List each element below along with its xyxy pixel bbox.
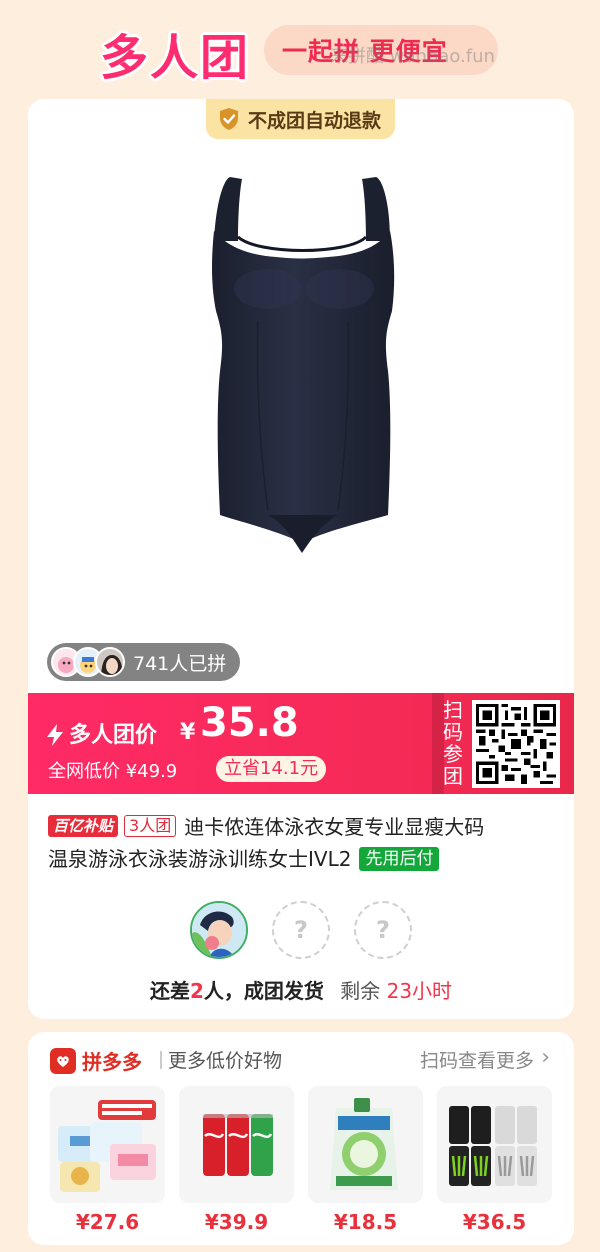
avatar: [95, 647, 125, 677]
swimsuit-product-image[interactable]: [198, 171, 408, 561]
scan-char: 参: [443, 742, 463, 766]
detergent-bag-icon: [308, 1086, 423, 1203]
pinduoduo-brand: 拼多多: [82, 1050, 142, 1074]
soda-cans-icon: [179, 1086, 294, 1203]
tissue-pack-icon: [50, 1086, 165, 1203]
scan-to-join-label: 扫 码 参 团: [440, 699, 466, 787]
deal-price: ¥36.5: [462, 1210, 527, 1234]
group-status: 还差2人，成团发货 剩余 23小时: [28, 975, 574, 1004]
header: 多人团 一起拼 更便宜 来拼酷 wanbao.fun: [0, 0, 600, 98]
product-title[interactable]: 百亿补贴 3人团 迪卡侬连体泳衣女夏专业显瘦大码 温泉游泳衣泳装游泳训练女士IVL2…: [48, 811, 568, 875]
deal-price: ¥18.5: [333, 1210, 398, 1234]
net-low-price: 全网低价 ¥49.9: [48, 761, 178, 782]
product-title-line: 百亿补贴 3人团 迪卡侬连体泳衣女夏专业显瘦大码: [48, 811, 568, 843]
deal-item-detergent[interactable]: [308, 1086, 423, 1203]
scan-char: 团: [443, 764, 463, 788]
savings-badge: 立省14.1元: [216, 756, 327, 782]
refund-badge: 不成团自动退款: [206, 99, 396, 139]
joined-count-text: 741人已拼: [133, 652, 227, 675]
more-deals-title: 更多低价好物: [168, 1050, 283, 1072]
group-price: 35.8: [200, 700, 299, 746]
qr-code-icon: [476, 704, 556, 784]
pinduoduo-logo-icon: [50, 1048, 76, 1074]
watermark: 来拼酷 wanbao.fun: [330, 46, 495, 67]
remain-label: 剩余: [340, 979, 381, 1003]
price-bar[interactable]: 多人团价 ¥ 35.8 全网低价 ¥49.9 立省14.1元 扫 码 参 团: [28, 693, 574, 794]
empty-member-slot[interactable]: ?: [272, 901, 330, 959]
status-prefix: 还差: [149, 979, 190, 1003]
deal-item-tissue[interactable]: [50, 1086, 165, 1203]
deal-item-energy-drink[interactable]: [437, 1086, 552, 1203]
subsidy-tag: 百亿补贴: [48, 815, 119, 837]
shield-check-icon: [220, 108, 238, 130]
divider: [160, 1051, 162, 1069]
title-text-1: 迪卡侬连体泳衣女夏专业显瘦大码: [184, 815, 485, 839]
scan-char: 码: [443, 720, 463, 744]
multi-person-group-logo: 多人团: [100, 30, 251, 86]
status-suffix: 人，成团发货: [203, 979, 324, 1003]
scan-char: 扫: [443, 698, 463, 722]
title-text-2: 温泉游泳衣泳装游泳训练女士IVL2: [48, 847, 352, 871]
product-card[interactable]: 不成团自动退款 741人已拼 多人团价 ¥ 35.8 全网低价 ¥49.9 立省…: [28, 99, 574, 1019]
product-title-line: 温泉游泳衣泳装游泳训练女士IVL2 先用后付: [48, 843, 568, 875]
more-deals-card[interactable]: 拼多多 更多低价好物 扫码查看更多 › ¥27.6 ¥39.9 ¥18.5 ¥3…: [28, 1032, 574, 1245]
chevron-right-icon[interactable]: ›: [541, 1045, 550, 1070]
deal-item-soda[interactable]: [179, 1086, 294, 1203]
group-price-label: 多人团价: [69, 723, 158, 748]
refund-text: 不成团自动退款: [248, 109, 382, 132]
energy-drink-icon: [437, 1086, 552, 1203]
remain-time: 23小时: [386, 979, 453, 1003]
joined-count-pill: 741人已拼: [47, 643, 241, 681]
empty-member-slot[interactable]: ?: [354, 901, 412, 959]
question-mark-icon: ?: [294, 916, 308, 944]
team-size-tag: 3人团: [124, 815, 177, 837]
lightning-icon: [47, 724, 63, 746]
deal-price: ¥39.9: [204, 1210, 269, 1234]
deal-price: ¥27.6: [75, 1210, 140, 1234]
currency-symbol: ¥: [180, 720, 196, 745]
pay-later-tag: 先用后付: [359, 847, 440, 871]
question-mark-icon: ?: [376, 916, 390, 944]
missing-count: 2: [189, 979, 204, 1003]
qr-code[interactable]: [472, 700, 560, 788]
scan-more-link[interactable]: 扫码查看更多: [420, 1046, 534, 1073]
group-member-avatar: [190, 901, 248, 959]
